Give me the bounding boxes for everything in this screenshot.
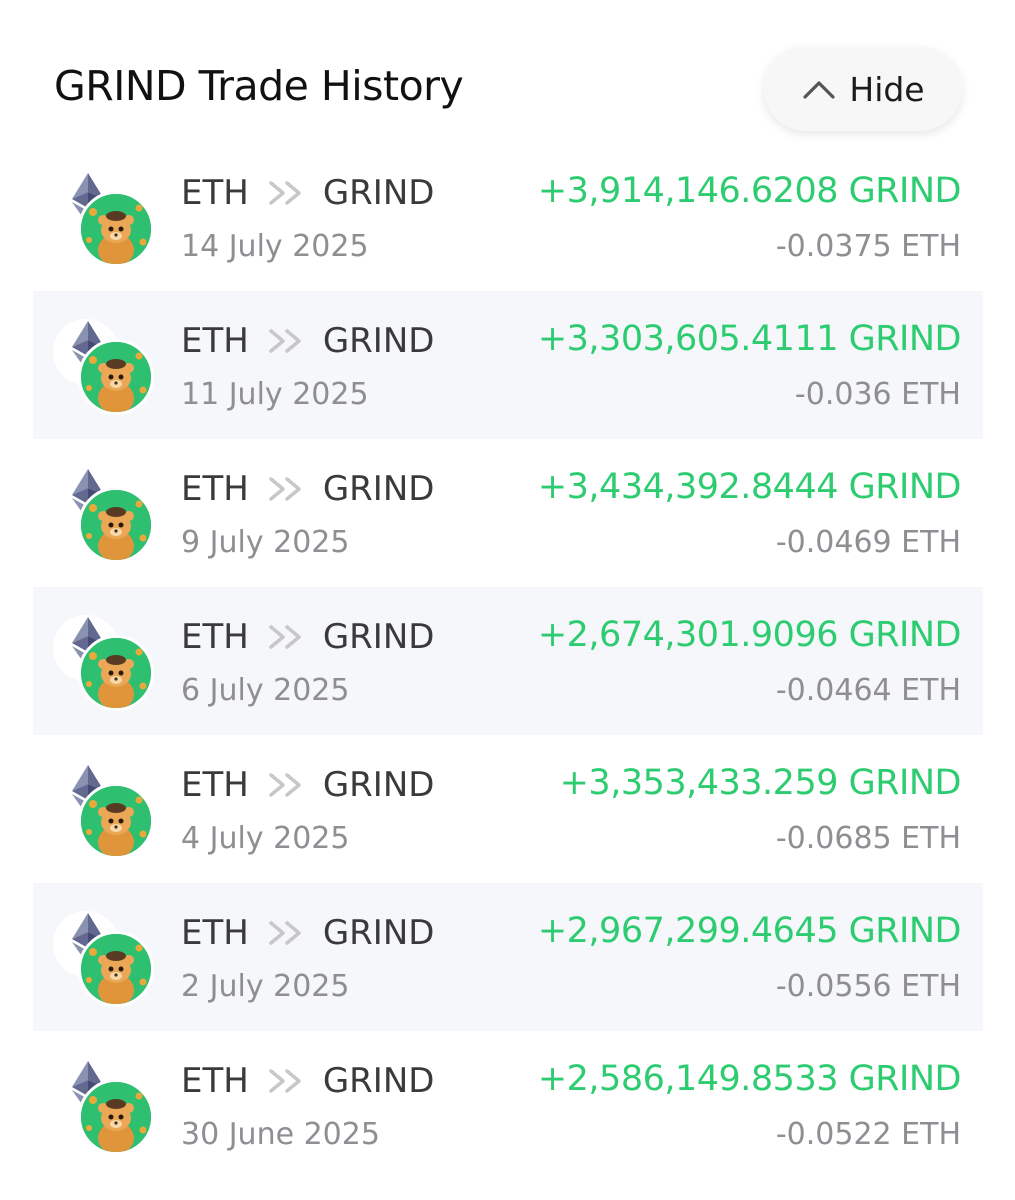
trade-pair: ETH GRIND: [181, 913, 434, 953]
spent-amount: -0.0556 ETH: [775, 969, 961, 1004]
spent-amount: -0.0464 ETH: [775, 673, 961, 708]
trade-pair: ETH GRIND: [181, 617, 434, 657]
to-token-symbol: GRIND: [322, 765, 435, 805]
trade-date: 30 June 2025: [181, 1117, 380, 1152]
spent-amount: -0.0685 ETH: [775, 821, 961, 856]
trade-list: ETH GRIND 14 July 2025 +3,914,146.6208 G…: [33, 143, 983, 1179]
trade-history-header: GRIND Trade History Hide: [0, 0, 1015, 150]
spent-amount: -0.036 ETH: [794, 377, 961, 412]
grind-token-icon: [78, 339, 154, 415]
trade-date: 14 July 2025: [181, 229, 369, 264]
spent-amount: -0.0469 ETH: [775, 525, 961, 560]
from-token-symbol: ETH: [181, 173, 249, 213]
token-pair-icons: [53, 905, 163, 1007]
chevron-up-icon: [803, 81, 835, 99]
trade-pair: ETH GRIND: [181, 1061, 434, 1101]
trade-date: 4 July 2025: [181, 821, 350, 856]
trade-pair: ETH GRIND: [181, 321, 434, 361]
token-pair-icons: [53, 461, 163, 563]
trade-date: 9 July 2025: [181, 525, 350, 560]
to-token-symbol: GRIND: [322, 321, 435, 361]
token-pair-icons: [53, 313, 163, 415]
grind-token-icon: [78, 1079, 154, 1155]
token-pair-icons: [53, 609, 163, 711]
double-chevron-right-icon: [269, 1069, 301, 1093]
grind-token-icon: [78, 191, 154, 267]
trade-row[interactable]: ETH GRIND 14 July 2025 +3,914,146.6208 G…: [33, 143, 983, 291]
trade-row[interactable]: ETH GRIND 4 July 2025 +3,353,433.259 GRI…: [33, 735, 983, 883]
double-chevron-right-icon: [269, 477, 301, 501]
to-token-symbol: GRIND: [322, 617, 435, 657]
received-amount: +3,914,146.6208 GRIND: [537, 171, 962, 211]
received-amount: +2,967,299.4645 GRIND: [537, 911, 962, 951]
trade-date: 2 July 2025: [181, 969, 350, 1004]
token-pair-icons: [53, 1053, 163, 1155]
token-pair-icons: [53, 757, 163, 859]
trade-row[interactable]: ETH GRIND 9 July 2025 +3,434,392.8444 GR…: [33, 439, 983, 587]
trade-row[interactable]: ETH GRIND 30 June 2025 +2,586,149.8533 G…: [33, 1031, 983, 1179]
spent-amount: -0.0522 ETH: [775, 1117, 961, 1152]
double-chevron-right-icon: [269, 773, 301, 797]
received-amount: +2,674,301.9096 GRIND: [537, 615, 962, 655]
double-chevron-right-icon: [269, 181, 301, 205]
grind-token-icon: [78, 931, 154, 1007]
from-token-symbol: ETH: [181, 321, 249, 361]
to-token-symbol: GRIND: [322, 469, 435, 509]
grind-token-icon: [78, 487, 154, 563]
from-token-symbol: ETH: [181, 765, 249, 805]
token-pair-icons: [53, 165, 163, 267]
trade-pair: ETH GRIND: [181, 765, 434, 805]
from-token-symbol: ETH: [181, 1061, 249, 1101]
trade-history-page: GRIND Trade History Hide ETH GRIND 14 Ju…: [0, 0, 1015, 1200]
double-chevron-right-icon: [269, 625, 301, 649]
to-token-symbol: GRIND: [322, 173, 435, 213]
spent-amount: -0.0375 ETH: [775, 229, 961, 264]
to-token-symbol: GRIND: [322, 913, 435, 953]
grind-token-icon: [78, 635, 154, 711]
trade-row[interactable]: ETH GRIND 2 July 2025 +2,967,299.4645 GR…: [33, 883, 983, 1031]
from-token-symbol: ETH: [181, 913, 249, 953]
double-chevron-right-icon: [269, 329, 301, 353]
received-amount: +3,434,392.8444 GRIND: [537, 467, 962, 507]
received-amount: +3,303,605.4111 GRIND: [537, 319, 962, 359]
hide-button[interactable]: Hide: [764, 47, 962, 131]
trade-row[interactable]: ETH GRIND 6 July 2025 +2,674,301.9096 GR…: [33, 587, 983, 735]
double-chevron-right-icon: [269, 921, 301, 945]
trade-pair: ETH GRIND: [181, 173, 434, 213]
grind-token-icon: [78, 783, 154, 859]
trade-date: 6 July 2025: [181, 673, 350, 708]
trade-row[interactable]: ETH GRIND 11 July 2025 +3,303,605.4111 G…: [33, 291, 983, 439]
hide-button-label: Hide: [849, 69, 925, 109]
trade-pair: ETH GRIND: [181, 469, 434, 509]
page-title: GRIND Trade History: [54, 62, 464, 110]
from-token-symbol: ETH: [181, 617, 249, 657]
trade-date: 11 July 2025: [181, 377, 369, 412]
received-amount: +3,353,433.259 GRIND: [559, 763, 962, 803]
received-amount: +2,586,149.8533 GRIND: [537, 1059, 962, 1099]
from-token-symbol: ETH: [181, 469, 249, 509]
to-token-symbol: GRIND: [322, 1061, 435, 1101]
